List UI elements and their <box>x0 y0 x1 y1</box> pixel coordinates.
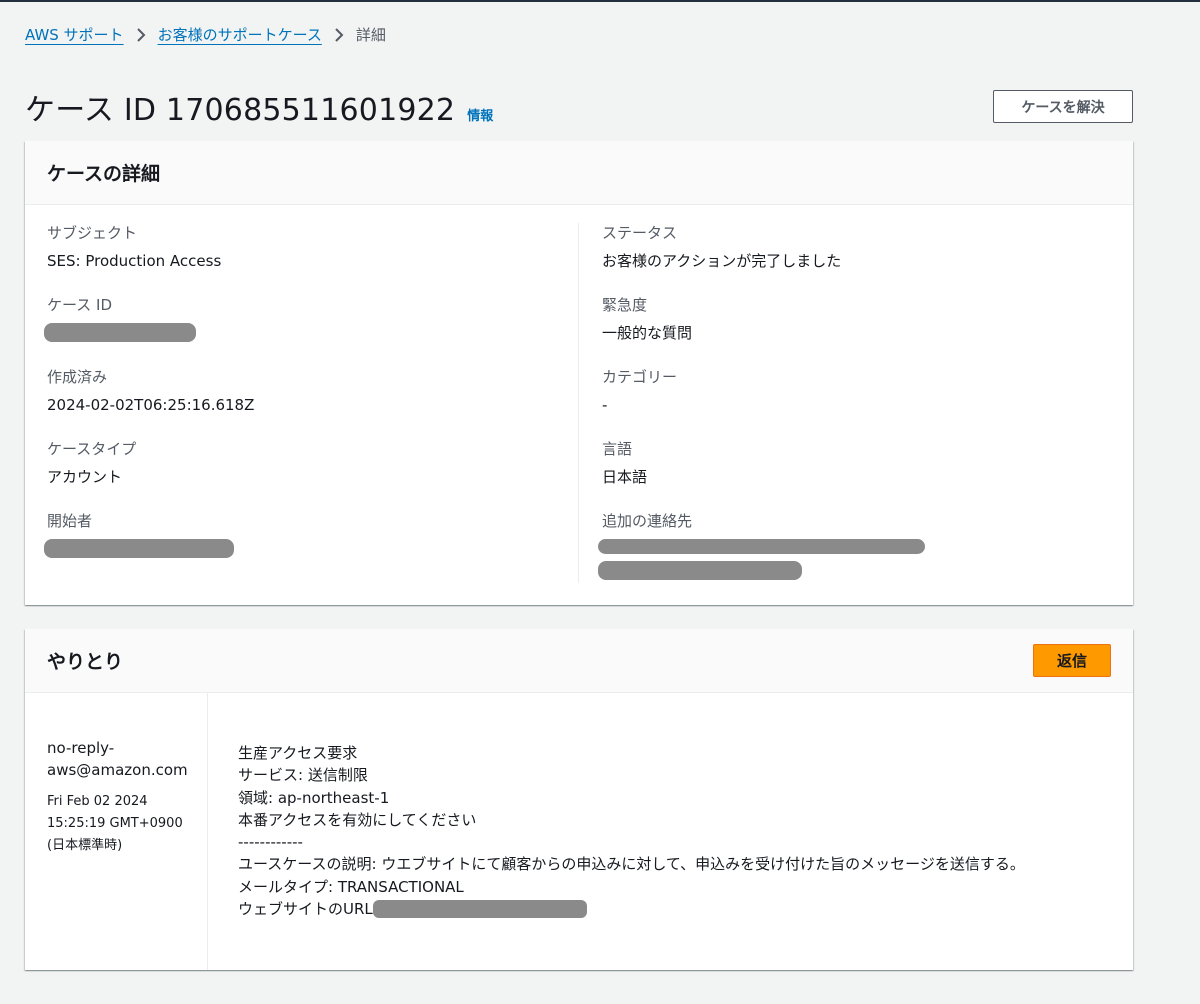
correspondence-panel: やりとり 返信 no-reply-aws@amazon.com Fri Feb … <box>25 629 1133 970</box>
field-opened-by: 開始者 <box>44 511 234 559</box>
field-status: ステータス お客様のアクションが完了しました <box>602 223 841 271</box>
field-label: カテゴリー <box>602 368 678 386</box>
field-case-type: ケースタイプ アカウント <box>47 439 136 487</box>
redacted-bar <box>372 900 587 919</box>
message-line: メールタイプ: TRANSACTIONAL <box>238 877 464 896</box>
message-meta: no-reply-aws@amazon.com Fri Feb 02 2024 … <box>25 693 208 970</box>
field-subject: サブジェクト SES: Production Access <box>47 223 221 271</box>
reply-button[interactable]: 返信 <box>1033 644 1111 677</box>
field-value: - <box>602 396 608 414</box>
case-details-body: サブジェクト SES: Production Access ケース ID 作成済… <box>25 205 1133 605</box>
field-label: 作成済み <box>47 368 108 386</box>
resolve-case-button[interactable]: ケースを解決 <box>993 90 1133 123</box>
field-label: サブジェクト <box>47 224 138 242</box>
field-value: 2024-02-02T06:25:16.618Z <box>47 396 255 414</box>
message-url-line: ウェブサイトのURL <box>238 898 1118 920</box>
chevron-right-icon <box>334 27 344 43</box>
field-severity: 緊急度 一般的な質問 <box>602 295 692 343</box>
redacted-bar <box>44 323 196 342</box>
redacted-bar <box>598 561 802 580</box>
field-value: お客様のアクションが完了しました <box>602 252 842 270</box>
correspondence-header: やりとり 返信 <box>25 629 1133 693</box>
page-title: ケース ID 170685511601922 情報 <box>25 85 493 129</box>
message-body: 生産アクセス要求 サービス: 送信制限 領域: ap-northeast-1 本… <box>238 742 1118 920</box>
field-label: ステータス <box>602 224 678 242</box>
case-details-header: ケースの詳細 <box>25 141 1133 205</box>
field-label: 緊急度 <box>602 296 648 314</box>
chevron-right-icon <box>136 27 146 43</box>
field-label: 追加の連絡先 <box>602 512 693 530</box>
message-date: Fri Feb 02 2024 15:25:19 GMT+0900 (日本標準時… <box>47 794 183 853</box>
breadcrumb-aws-support[interactable]: AWS サポート <box>25 24 124 45</box>
message-line: サービス: 送信制限 <box>238 766 368 785</box>
field-language: 言語 日本語 <box>602 439 647 487</box>
field-label: 言語 <box>602 440 633 458</box>
breadcrumb-current: 詳細 <box>355 26 386 44</box>
field-value-redacted <box>44 539 234 559</box>
case-details-title: ケースの詳細 <box>47 163 161 185</box>
info-link[interactable]: 情報 <box>467 105 493 124</box>
field-category: カテゴリー - <box>602 367 677 415</box>
case-details-panel: ケースの詳細 サブジェクト SES: Production Access ケース… <box>25 141 1133 605</box>
field-value: 一般的な質問 <box>602 324 693 342</box>
message-sender: no-reply-aws@amazon.com <box>47 739 188 779</box>
message-line: ウェブサイトのURL <box>238 900 373 919</box>
message-line: 本番アクセスを有効にしてください <box>238 810 477 829</box>
field-value: アカウント <box>47 468 123 486</box>
field-case-id: ケース ID <box>44 295 196 343</box>
redacted-bar <box>44 539 234 558</box>
breadcrumb-support-cases[interactable]: お客様のサポートケース <box>158 24 322 45</box>
message-line: ユースケースの説明: ウエブサイトにて顧客からの申込みに対して、申込みを受け付け… <box>238 855 1025 874</box>
field-value-redacted <box>598 539 925 580</box>
correspondence-title: やりとり <box>47 651 124 673</box>
field-label: ケース ID <box>47 296 112 314</box>
field-label: 開始者 <box>47 512 93 530</box>
field-label: ケースタイプ <box>47 440 137 458</box>
message-item: no-reply-aws@amazon.com Fri Feb 02 2024 … <box>25 693 1133 970</box>
redacted-bar <box>598 539 925 554</box>
field-value: 日本語 <box>602 468 648 486</box>
field-value-redacted <box>44 323 196 343</box>
message-line: ------------ <box>238 833 303 852</box>
message-line: 領域: ap-northeast-1 <box>238 788 390 807</box>
field-created: 作成済み 2024-02-02T06:25:16.618Z <box>47 367 254 415</box>
field-additional-contacts: 追加の連絡先 <box>598 511 925 580</box>
field-value: SES: Production Access <box>47 252 222 270</box>
case-title: ケース ID 170685511601922 <box>25 93 456 128</box>
breadcrumb: AWS サポート お客様のサポートケース 詳細 <box>25 24 386 45</box>
message-line: 生産アクセス要求 <box>238 744 358 762</box>
column-divider <box>578 223 579 583</box>
